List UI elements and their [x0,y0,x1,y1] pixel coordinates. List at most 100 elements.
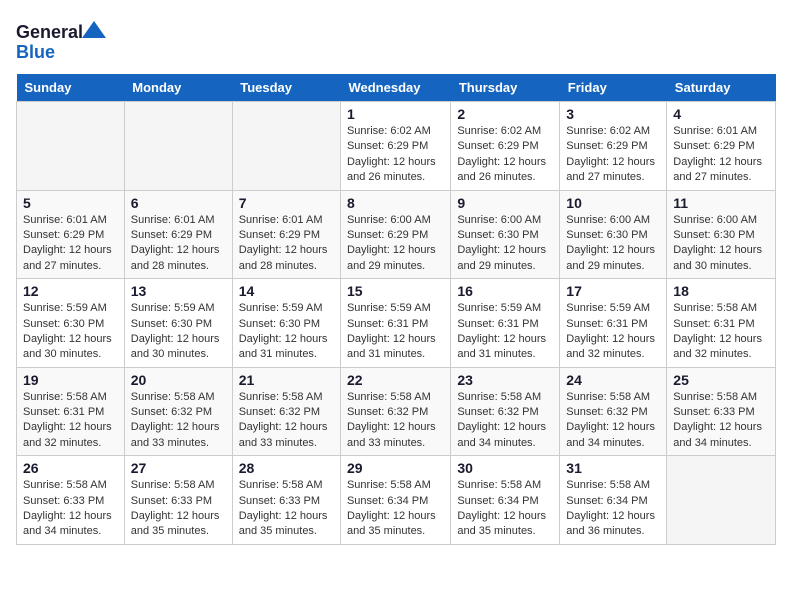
calendar-week-row: 12 Sunrise: 5:59 AMSunset: 6:30 PMDayligh… [17,279,776,368]
column-header-friday: Friday [560,74,667,102]
day-number: 23 [457,372,553,388]
day-info: Sunrise: 5:58 AMSunset: 6:33 PMDaylight:… [239,478,334,540]
calendar-week-row: 1 Sunrise: 6:02 AMSunset: 6:29 PMDaylight… [17,102,776,191]
day-info: Sunrise: 5:58 AMSunset: 6:32 PMDaylight:… [239,390,334,452]
day-number: 20 [131,372,226,388]
day-number: 9 [457,195,553,211]
calendar-cell: 17 Sunrise: 5:59 AMSunset: 6:31 PMDayligh… [560,279,667,368]
logo: General Blue [16,16,106,66]
day-number: 27 [131,460,226,476]
day-info: Sunrise: 5:59 AMSunset: 6:31 PMDaylight:… [566,301,660,363]
day-number: 2 [457,106,553,122]
calendar-cell: 2Sunrise: 6:02 AMSunset: 6:29 PMDaylight… [451,102,560,191]
calendar-cell: 9 Sunrise: 6:00 AMSunset: 6:30 PMDaylight… [451,190,560,279]
day-info: Sunrise: 5:58 AMSunset: 6:32 PMDaylight:… [457,390,553,452]
calendar-cell [232,102,340,191]
calendar-cell: 16 Sunrise: 5:59 AMSunset: 6:31 PMDayligh… [451,279,560,368]
calendar-cell: 22 Sunrise: 5:58 AMSunset: 6:32 PMDayligh… [340,367,450,456]
column-header-sunday: Sunday [17,74,125,102]
calendar-cell: 28 Sunrise: 5:58 AMSunset: 6:33 PMDayligh… [232,456,340,545]
day-number: 28 [239,460,334,476]
day-number: 16 [457,283,553,299]
calendar-cell: 3 Sunrise: 6:02 AMSunset: 6:29 PMDaylight… [560,102,667,191]
day-number: 12 [23,283,118,299]
calendar-week-row: 26 Sunrise: 5:58 AMSunset: 6:33 PMDayligh… [17,456,776,545]
calendar-cell: 8 Sunrise: 6:00 AMSunset: 6:29 PMDaylight… [340,190,450,279]
calendar-cell: 25Sunrise: 5:58 AMSunset: 6:33 PMDayligh… [667,367,776,456]
calendar-cell: 12Sunrise: 5:59 AMSunset: 6:30 PMDayligh… [17,279,125,368]
column-header-tuesday: Tuesday [232,74,340,102]
calendar-cell: 18Sunrise: 5:58 AMSunset: 6:31 PMDayligh… [667,279,776,368]
day-number: 3 [566,106,660,122]
calendar-cell: 10Sunrise: 6:00 AMSunset: 6:30 PMDayligh… [560,190,667,279]
day-number: 30 [457,460,553,476]
calendar-cell: 23 Sunrise: 5:58 AMSunset: 6:32 PMDayligh… [451,367,560,456]
calendar-cell: 5 Sunrise: 6:01 AMSunset: 6:29 PMDaylight… [17,190,125,279]
column-header-thursday: Thursday [451,74,560,102]
day-info: Sunrise: 5:58 AMSunset: 6:33 PMDaylight:… [673,390,769,452]
day-info: Sunrise: 5:58 AMSunset: 6:32 PMDaylight:… [347,390,444,452]
calendar-cell: 4Sunrise: 6:01 AMSunset: 6:29 PMDaylight… [667,102,776,191]
day-info: Sunrise: 5:59 AMSunset: 6:30 PMDaylight:… [239,301,334,363]
calendar-cell: 6 Sunrise: 6:01 AMSunset: 6:29 PMDaylight… [124,190,232,279]
day-info: Sunrise: 5:58 AMSunset: 6:34 PMDaylight:… [347,478,444,540]
day-info: Sunrise: 5:58 AMSunset: 6:33 PMDaylight:… [131,478,226,540]
calendar-cell: 19 Sunrise: 5:58 AMSunset: 6:31 PMDayligh… [17,367,125,456]
day-number: 22 [347,372,444,388]
calendar-cell: 31 Sunrise: 5:58 AMSunset: 6:34 PMDayligh… [560,456,667,545]
calendar-cell: 21 Sunrise: 5:58 AMSunset: 6:32 PMDayligh… [232,367,340,456]
calendar-cell: 14 Sunrise: 5:59 AMSunset: 6:30 PMDayligh… [232,279,340,368]
calendar-table: SundayMondayTuesdayWednesdayThursdayFrid… [16,74,776,545]
calendar-cell: 24Sunrise: 5:58 AMSunset: 6:32 PMDayligh… [560,367,667,456]
day-number: 31 [566,460,660,476]
day-info: Sunrise: 5:58 AMSunset: 6:33 PMDaylight:… [23,478,118,540]
day-number: 7 [239,195,334,211]
day-info: Sunrise: 5:58 AMSunset: 6:31 PMDaylight:… [673,301,769,363]
day-number: 8 [347,195,444,211]
day-number: 29 [347,460,444,476]
day-number: 13 [131,283,226,299]
day-number: 6 [131,195,226,211]
day-number: 24 [566,372,660,388]
svg-text:General: General [16,22,83,42]
page-header: General Blue [16,16,776,66]
column-header-wednesday: Wednesday [340,74,450,102]
day-info: Sunrise: 5:58 AMSunset: 6:31 PMDaylight:… [23,390,118,452]
day-info: Sunrise: 6:01 AMSunset: 6:29 PMDaylight:… [673,124,769,186]
day-info: Sunrise: 5:59 AMSunset: 6:30 PMDaylight:… [131,301,226,363]
day-number: 19 [23,372,118,388]
calendar-cell: 11 Sunrise: 6:00 AMSunset: 6:30 PMDayligh… [667,190,776,279]
day-number: 26 [23,460,118,476]
day-number: 1 [347,106,444,122]
calendar-cell: 15Sunrise: 5:59 AMSunset: 6:31 PMDayligh… [340,279,450,368]
day-info: Sunrise: 6:02 AMSunset: 6:29 PMDaylight:… [347,124,444,186]
day-info: Sunrise: 6:00 AMSunset: 6:30 PMDaylight:… [457,213,553,275]
day-number: 11 [673,195,769,211]
day-info: Sunrise: 5:58 AMSunset: 6:34 PMDaylight:… [457,478,553,540]
day-number: 21 [239,372,334,388]
day-info: Sunrise: 6:00 AMSunset: 6:29 PMDaylight:… [347,213,444,275]
day-info: Sunrise: 5:59 AMSunset: 6:31 PMDaylight:… [457,301,553,363]
day-number: 5 [23,195,118,211]
calendar-cell: 7 Sunrise: 6:01 AMSunset: 6:29 PMDaylight… [232,190,340,279]
day-info: Sunrise: 6:01 AMSunset: 6:29 PMDaylight:… [131,213,226,275]
calendar-cell [124,102,232,191]
calendar-cell [17,102,125,191]
calendar-cell: 30 Sunrise: 5:58 AMSunset: 6:34 PMDayligh… [451,456,560,545]
day-number: 10 [566,195,660,211]
logo-svg: General Blue [16,16,106,66]
day-info: Sunrise: 6:00 AMSunset: 6:30 PMDaylight:… [673,213,769,275]
day-number: 17 [566,283,660,299]
day-info: Sunrise: 6:01 AMSunset: 6:29 PMDaylight:… [239,213,334,275]
day-info: Sunrise: 6:02 AMSunset: 6:29 PMDaylight:… [566,124,660,186]
column-header-monday: Monday [124,74,232,102]
calendar-cell: 27 Sunrise: 5:58 AMSunset: 6:33 PMDayligh… [124,456,232,545]
calendar-cell: 29 Sunrise: 5:58 AMSunset: 6:34 PMDayligh… [340,456,450,545]
day-info: Sunrise: 5:58 AMSunset: 6:34 PMDaylight:… [566,478,660,540]
day-info: Sunrise: 6:01 AMSunset: 6:29 PMDaylight:… [23,213,118,275]
day-info: Sunrise: 5:59 AMSunset: 6:31 PMDaylight:… [347,301,444,363]
day-info: Sunrise: 5:58 AMSunset: 6:32 PMDaylight:… [131,390,226,452]
calendar-header-row: SundayMondayTuesdayWednesdayThursdayFrid… [17,74,776,102]
calendar-week-row: 19 Sunrise: 5:58 AMSunset: 6:31 PMDayligh… [17,367,776,456]
day-number: 14 [239,283,334,299]
